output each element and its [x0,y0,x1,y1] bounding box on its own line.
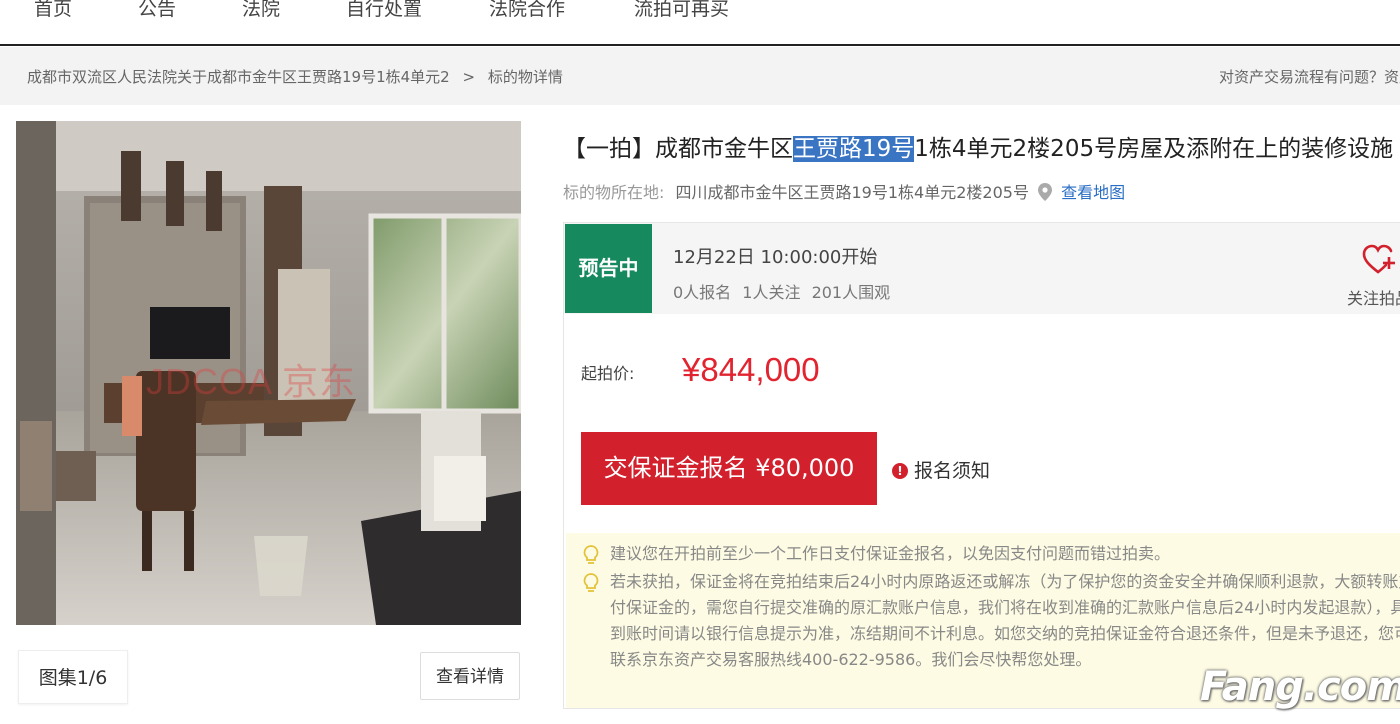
nav-announcements[interactable]: 公告 [138,0,176,21]
starting-price: ¥844,000 [682,351,820,388]
listing-title: 【一拍】成都市金牛区王贾路19号1栋4单元2楼205号房屋及添附在上的装修设施 [563,129,1393,163]
start-time: 12月22日 10:00:00开始 [673,247,878,268]
breadcrumb-separator: > [462,68,476,86]
breadcrumb-current: 标的物详情 [487,68,563,86]
auction-stats: 0人报名 1人关注 201人围观 [673,279,896,303]
lightbulb-icon [582,572,600,602]
breadcrumb-parent[interactable]: 成都市双流区人民法院关于成都市金牛区王贾路19号1栋4单元2 [27,68,450,86]
view-details-button[interactable]: 查看详情 [420,652,520,700]
help-link[interactable]: 对资产交易流程有问题？资产 [1219,66,1400,87]
tip-text: 若未获拍，保证金将在竞拍结束后24小时内原路返还或解冻（为了保护您的资金安全并确… [610,572,1400,669]
view-map-link[interactable]: 查看地图 [1061,183,1125,202]
status-row: 预告中 12月22日 10:00:00开始 0人报名 1人关注 201人围观 关… [564,223,1400,314]
alert-icon: ! [892,463,908,479]
property-photo[interactable]: JDCOA 京东 [16,121,521,625]
heart-plus-icon [1361,244,1397,279]
fang-logo: Fang.com [1200,664,1400,710]
tip-item: 建议您在开拍前至少一个工作日支付保证金报名，以免因支付问题而错过拍卖。 [582,541,1400,567]
auction-card: 预告中 12月22日 10:00:00开始 0人报名 1人关注 201人围观 关… [563,222,1400,709]
tip-text: 建议您在开拍前至少一个工作日支付保证金报名，以免因支付问题而错过拍卖。 [610,544,1171,563]
viewer-count: 201人围观 [811,283,891,302]
title-prefix: 【一拍】成都市金牛区 [563,136,793,162]
signup-count: 0人报名 [673,283,732,302]
follow-item-button[interactable]: 关注拍品 [1339,243,1400,309]
signup-notice-label: 报名须知 [914,460,991,482]
nav-relist[interactable]: 流拍可再买 [634,0,729,21]
status-badge: 预告中 [565,224,652,313]
location-label: 标的物所在地: [563,183,665,202]
follower-count: 1人关注 [742,283,801,302]
location-address: 四川成都市金牛区王贾路19号1栋4单元2楼205号 [675,183,1029,202]
nav-courts[interactable]: 法院 [242,0,280,21]
location-row: 标的物所在地: 四川成都市金牛区王贾路19号1栋4单元2楼205号 查看地图 [563,179,1125,205]
breadcrumb-bar: 成都市双流区人民法院关于成都市金牛区王贾路19号1栋4单元2 > 标的物详情 对… [0,47,1400,105]
deposit-signup-button[interactable]: 交保证金报名 ¥80,000 [581,432,877,505]
gallery-counter-button[interactable]: 图集1/6 [18,650,128,704]
signup-notice-link[interactable]: ! 报名须知 [892,456,990,483]
starting-price-label: 起拍价: [581,364,635,383]
top-nav: 首页 公告 法院 自行处置 法院合作 流拍可再买 [0,0,1400,46]
map-pin-icon [1038,183,1053,205]
tip-item: 若未获拍，保证金将在竞拍结束后24小时内原路返还或解冻（为了保护您的资金安全并确… [582,569,1400,673]
nav-self-disposal[interactable]: 自行处置 [346,0,422,21]
nav-court-cooperation[interactable]: 法院合作 [489,0,565,21]
photo-watermark: JDCOA 京东 [146,361,357,402]
title-suffix: 1栋4单元2楼205号房屋及添附在上的装修设施 [914,136,1394,162]
nav-home[interactable]: 首页 [34,0,72,21]
breadcrumb: 成都市双流区人民法院关于成都市金牛区王贾路19号1栋4单元2 > 标的物详情 [27,66,563,87]
follow-item-label: 关注拍品 [1346,289,1400,308]
title-highlight: 王贾路19号 [793,136,915,162]
